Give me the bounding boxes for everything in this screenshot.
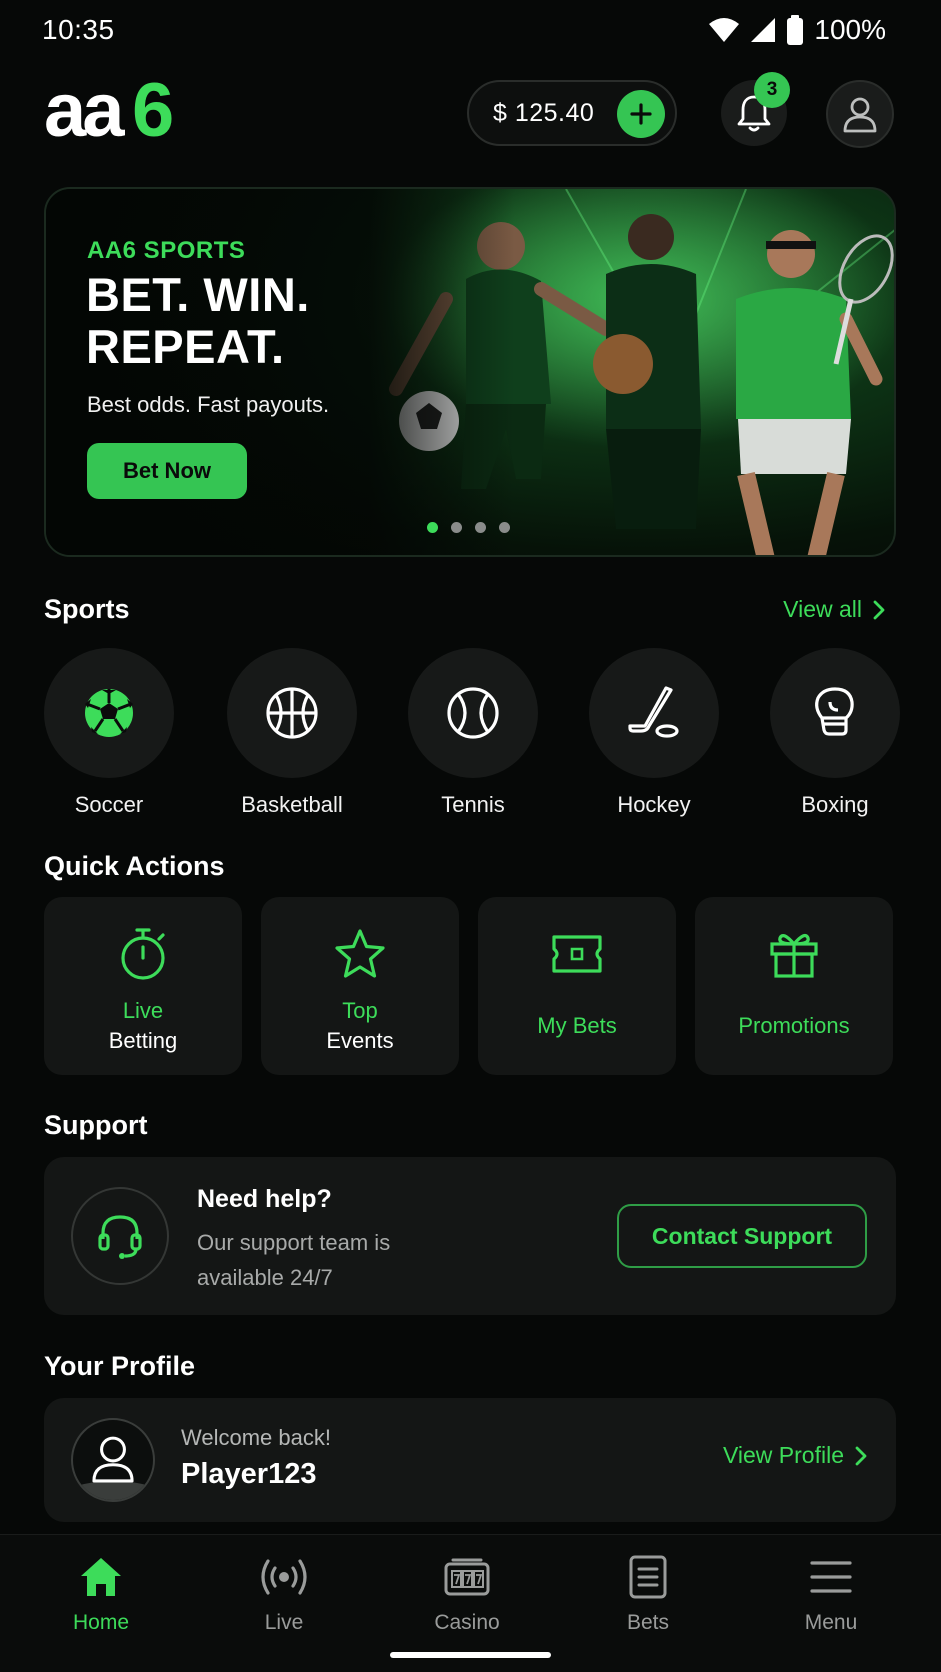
carousel-dot-3[interactable] <box>475 522 486 533</box>
carousel-dot-4[interactable] <box>499 522 510 533</box>
svg-text:aa: aa <box>44 74 125 150</box>
quick-action-label-top: Live <box>122 998 164 1023</box>
profile-avatar <box>71 1418 155 1502</box>
nav-label: Menu <box>804 1611 858 1634</box>
svg-text:6: 6 <box>132 74 174 150</box>
banner-subtitle: Best odds. Fast payouts. <box>87 392 330 417</box>
bet-now-button[interactable]: Bet Now <box>87 443 247 499</box>
status-bar: 10:35 100% <box>0 0 941 60</box>
slot-machine-icon <box>392 1553 542 1601</box>
wifi-icon <box>708 17 740 43</box>
quick-action-top-events[interactable]: Top Events <box>261 897 459 1075</box>
quick-action-promotions[interactable]: Promotions <box>695 897 893 1075</box>
app-logo[interactable]: aa 6 <box>44 68 190 153</box>
balance-amount: $ 125.40 <box>493 98 595 127</box>
nav-bets[interactable]: Bets <box>573 1553 723 1635</box>
battery-icon <box>786 15 804 45</box>
notification-badge: 3 <box>754 72 790 108</box>
sport-label: Hockey <box>617 792 691 817</box>
chevron-right-icon <box>873 600 885 619</box>
carousel-dot-2[interactable] <box>451 522 462 533</box>
nav-label: Casino <box>434 1611 500 1634</box>
gift-icon <box>770 933 818 978</box>
add-funds-button[interactable] <box>617 90 665 138</box>
account-avatar-button[interactable] <box>826 80 894 148</box>
quick-action-my-bets[interactable]: My Bets <box>478 897 676 1075</box>
quick-action-label: Promotions <box>738 1013 850 1038</box>
sport-label: Tennis <box>441 792 505 817</box>
sports-list: Soccer Basketball Tennis Hockey Boxing <box>44 648 924 817</box>
ticket-icon <box>552 935 602 973</box>
sports-heading: Sports <box>44 594 130 624</box>
sport-label: Basketball <box>241 792 343 817</box>
star-icon <box>335 929 385 978</box>
quick-action-label-bottom: Betting <box>108 1028 178 1053</box>
sport-item-tennis[interactable]: Tennis <box>408 648 538 818</box>
support-heading: Support <box>44 1110 148 1140</box>
promo-banner[interactable]: AA6 SPORTS BET. WIN. REPEAT. Best odds. … <box>44 187 896 557</box>
headset-icon <box>71 1187 169 1285</box>
support-title: Need help? <box>197 1185 332 1213</box>
sport-item-basketball[interactable]: Basketball <box>227 648 357 818</box>
nav-live[interactable]: Live <box>209 1553 359 1635</box>
quick-action-label-top: Top <box>342 998 378 1023</box>
banner-title: BET. WIN. REPEAT. <box>86 269 310 373</box>
carousel-dots <box>427 522 510 533</box>
status-icons: 100% <box>708 14 886 46</box>
carousel-dot-1[interactable] <box>427 522 438 533</box>
quick-action-label: My Bets <box>537 1013 617 1038</box>
nav-menu[interactable]: Menu <box>756 1553 906 1635</box>
sport-item-soccer[interactable]: Soccer <box>44 648 174 818</box>
signal-icon <box>750 17 776 43</box>
app-header: aa 6 $ 125.40 3 <box>44 68 897 153</box>
nav-casino[interactable]: Casino <box>392 1553 542 1635</box>
view-profile-link[interactable]: View Profile <box>723 1442 868 1469</box>
hamburger-menu-icon <box>756 1553 906 1601</box>
sport-item-hockey[interactable]: Hockey <box>589 648 719 818</box>
sport-item-boxing[interactable]: Boxing <box>770 648 900 818</box>
view-all-label: View all <box>783 596 862 622</box>
user-icon <box>843 97 877 133</box>
status-time: 10:35 <box>42 14 115 45</box>
tennis-ball-icon <box>447 687 499 739</box>
broadcast-icon <box>209 1553 359 1601</box>
home-indicator[interactable] <box>390 1652 551 1658</box>
notifications-button[interactable]: 3 <box>721 72 790 146</box>
banner-eyebrow: AA6 SPORTS <box>87 237 246 264</box>
view-all-sports-link[interactable]: View all <box>783 596 886 623</box>
view-profile-label: View Profile <box>722 1442 844 1468</box>
quick-action-label-bottom: Events <box>326 1028 394 1053</box>
nav-label: Home <box>72 1611 130 1634</box>
nav-label: Bets <box>626 1611 670 1634</box>
boxing-glove-icon <box>815 687 854 736</box>
profile-heading: Your Profile <box>44 1351 196 1381</box>
soccer-ball-icon <box>85 689 133 737</box>
bet-slip-icon <box>573 1553 723 1601</box>
quick-actions-grid: Live Betting Top Events My Bets Promotio… <box>44 897 896 1075</box>
banner-title-line2: REPEAT. <box>86 320 285 373</box>
stopwatch-icon <box>121 928 165 980</box>
support-subtitle: Our support team is available 24/7 <box>197 1230 391 1290</box>
sport-label: Soccer <box>74 792 144 817</box>
user-icon <box>73 1436 153 1500</box>
profile-welcome: Welcome back! <box>181 1425 331 1450</box>
basketball-icon <box>266 687 318 739</box>
support-card: Need help? Our support team is available… <box>44 1157 896 1315</box>
quick-action-live-betting[interactable]: Live Betting <box>44 897 242 1075</box>
sport-label: Boxing <box>801 792 869 817</box>
profile-card[interactable]: Welcome back! Player123 View Profile <box>44 1398 896 1522</box>
contact-support-button[interactable]: Contact Support <box>617 1204 867 1268</box>
nav-label: Live <box>264 1611 304 1634</box>
profile-username: Player123 <box>181 1458 317 1490</box>
chevron-right-icon <box>855 1446 867 1465</box>
plus-icon <box>630 103 652 125</box>
home-icon <box>26 1553 176 1601</box>
hockey-stick-icon <box>628 686 679 738</box>
quick-actions-heading: Quick Actions <box>44 851 225 881</box>
balance-pill[interactable]: $ 125.40 <box>467 80 677 146</box>
nav-home[interactable]: Home <box>26 1553 176 1635</box>
banner-title-line1: BET. WIN. <box>86 268 310 321</box>
battery-percent: 100% <box>814 14 886 45</box>
